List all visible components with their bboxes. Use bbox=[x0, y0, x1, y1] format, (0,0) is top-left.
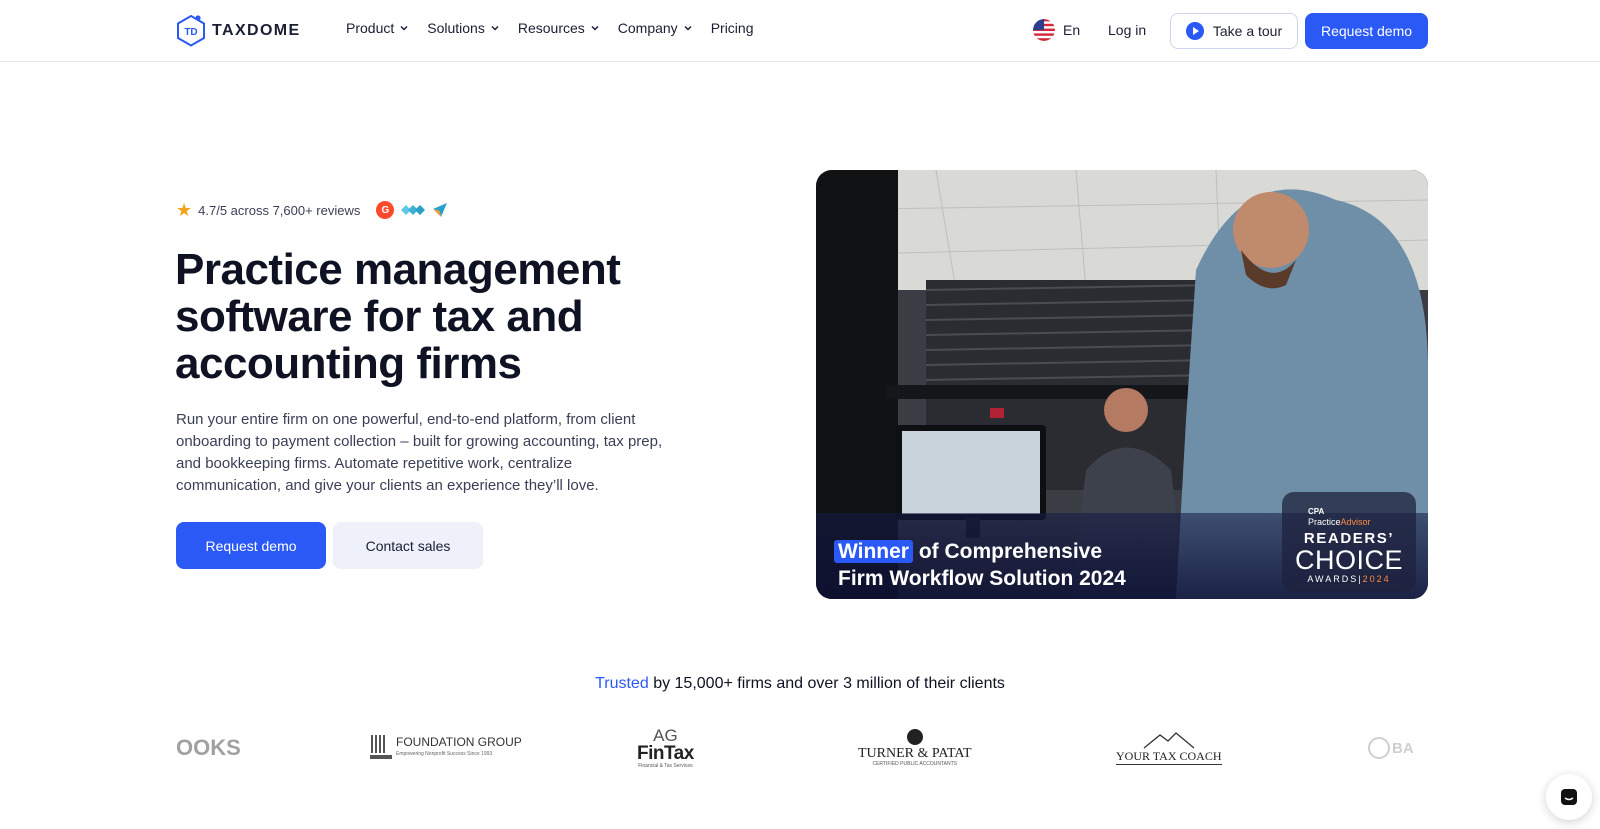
headline-line: software for tax and bbox=[175, 292, 584, 341]
brand-name: TAXDOME bbox=[212, 21, 301, 39]
headline-line: Practice management bbox=[175, 245, 621, 294]
client-logo: BA bbox=[1368, 720, 1414, 776]
chat-widget-button[interactable] bbox=[1546, 774, 1592, 820]
client-logo-strip: OOKS FOUNDATION GROUP Empowering Nonprof… bbox=[176, 720, 1428, 780]
chevron-down-icon bbox=[684, 25, 692, 31]
trusted-heading: Trusted by 15,000+ firms and over 3 mill… bbox=[0, 675, 1600, 693]
readers-choice-badge: CPA PracticeAdvisor READERS’ CHOICE AWAR… bbox=[1282, 492, 1416, 592]
awards-year: AWARDS|2024 bbox=[1307, 574, 1391, 584]
language-switcher[interactable]: En bbox=[1033, 19, 1080, 41]
trusted-accent: Trusted bbox=[595, 675, 649, 692]
chat-icon bbox=[1561, 789, 1577, 805]
award-year: 2024 bbox=[1362, 574, 1391, 584]
caption-highlight: Winner bbox=[834, 540, 913, 563]
rating-text: 4.7/5 across 7,600+ reviews bbox=[198, 202, 361, 218]
hero-headline: Practice management software for tax and… bbox=[175, 246, 695, 387]
description-line: Run your entire firm on one powerful, en… bbox=[176, 411, 636, 428]
trusted-text: by 15,000+ firms and over 3 million of t… bbox=[653, 675, 1005, 692]
client-logo: FOUNDATION GROUP Empowering Nonprofit Su… bbox=[370, 720, 522, 776]
foundation-group-icon bbox=[370, 735, 392, 759]
caption-text: of Comprehensive bbox=[918, 540, 1103, 563]
chevron-down-icon bbox=[591, 25, 599, 31]
us-flag-icon bbox=[1033, 19, 1055, 41]
nav-label: Solutions bbox=[427, 20, 485, 36]
review-site-logos: G bbox=[376, 201, 448, 219]
award-caption: Winner of Comprehensive Firm Workflow So… bbox=[834, 538, 1126, 592]
client-logo: YOUR TAX COACH bbox=[1116, 720, 1222, 776]
take-a-tour-button[interactable]: Take a tour bbox=[1170, 13, 1298, 49]
hero-video[interactable]: Winner of Comprehensive Firm Workflow So… bbox=[816, 170, 1428, 599]
logo-mark-text: TD bbox=[184, 27, 197, 38]
main-nav: Product Solutions Resources Company Pric… bbox=[346, 20, 753, 36]
taxdome-hex-icon: TD bbox=[177, 14, 205, 47]
nav-product[interactable]: Product bbox=[346, 20, 409, 36]
mountain-icon bbox=[1143, 732, 1195, 749]
rating-summary: ★ 4.7/5 across 7,600+ reviews G bbox=[176, 201, 448, 219]
chevron-down-icon bbox=[491, 25, 499, 31]
nav-company[interactable]: Company bbox=[618, 20, 693, 36]
org-name-a: Practice bbox=[1308, 517, 1341, 527]
nav-label: Company bbox=[617, 20, 678, 36]
star-icon: ★ bbox=[176, 200, 193, 220]
header-request-demo-button[interactable]: Request demo bbox=[1305, 13, 1428, 49]
chevron-down-icon bbox=[400, 25, 408, 31]
site-header: TD TAXDOME Product Solutions Resources C… bbox=[0, 0, 1600, 62]
nav-solutions[interactable]: Solutions bbox=[427, 20, 500, 36]
g2-logo-icon: G bbox=[376, 201, 395, 219]
taxdome-logo[interactable]: TD TAXDOME bbox=[176, 14, 301, 47]
client-logo: TURNER & PATAT CERTIFIED PUBLIC ACCOUNTA… bbox=[858, 720, 972, 776]
description-line: communication, and give your clients an … bbox=[176, 477, 599, 494]
cpa-practice-advisor-logo: CPA PracticeAdvisor bbox=[1308, 506, 1371, 527]
client-logo: OOKS bbox=[176, 735, 241, 760]
nav-label: Resources bbox=[517, 20, 585, 36]
headline-line: accounting firms bbox=[175, 339, 522, 388]
nav-pricing[interactable]: Pricing bbox=[711, 20, 754, 36]
description-line: onboarding to payment collection – built… bbox=[176, 433, 663, 450]
play-icon bbox=[1185, 22, 1204, 40]
hero-request-demo-button[interactable]: Request demo bbox=[176, 522, 326, 569]
hero-description: Run your entire firm on one powerful, en… bbox=[176, 409, 696, 497]
nav-label: Product bbox=[346, 20, 395, 36]
description-line: and bookkeeping firms. Automate repetiti… bbox=[176, 455, 573, 472]
contact-sales-button[interactable]: Contact sales bbox=[333, 522, 483, 569]
awards-label: AWARDS bbox=[1307, 574, 1359, 584]
tour-label: Take a tour bbox=[1212, 23, 1283, 39]
nav-resources[interactable]: Resources bbox=[518, 20, 600, 36]
getapp-logo-icon bbox=[433, 203, 448, 217]
nav-label: Pricing bbox=[710, 20, 754, 36]
org-name-b: Advisor bbox=[1340, 517, 1371, 527]
login-link[interactable]: Log in bbox=[1108, 22, 1146, 38]
choice-label: CHOICE bbox=[1294, 545, 1403, 575]
caption-line2: Firm Workflow Solution 2024 bbox=[838, 567, 1126, 590]
client-logo: AG FinTax Financial & Tax Services bbox=[637, 726, 694, 770]
capterra-logo-icon bbox=[401, 205, 426, 215]
cpa-label: CPA bbox=[1308, 507, 1325, 516]
language-label: En bbox=[1063, 22, 1081, 38]
